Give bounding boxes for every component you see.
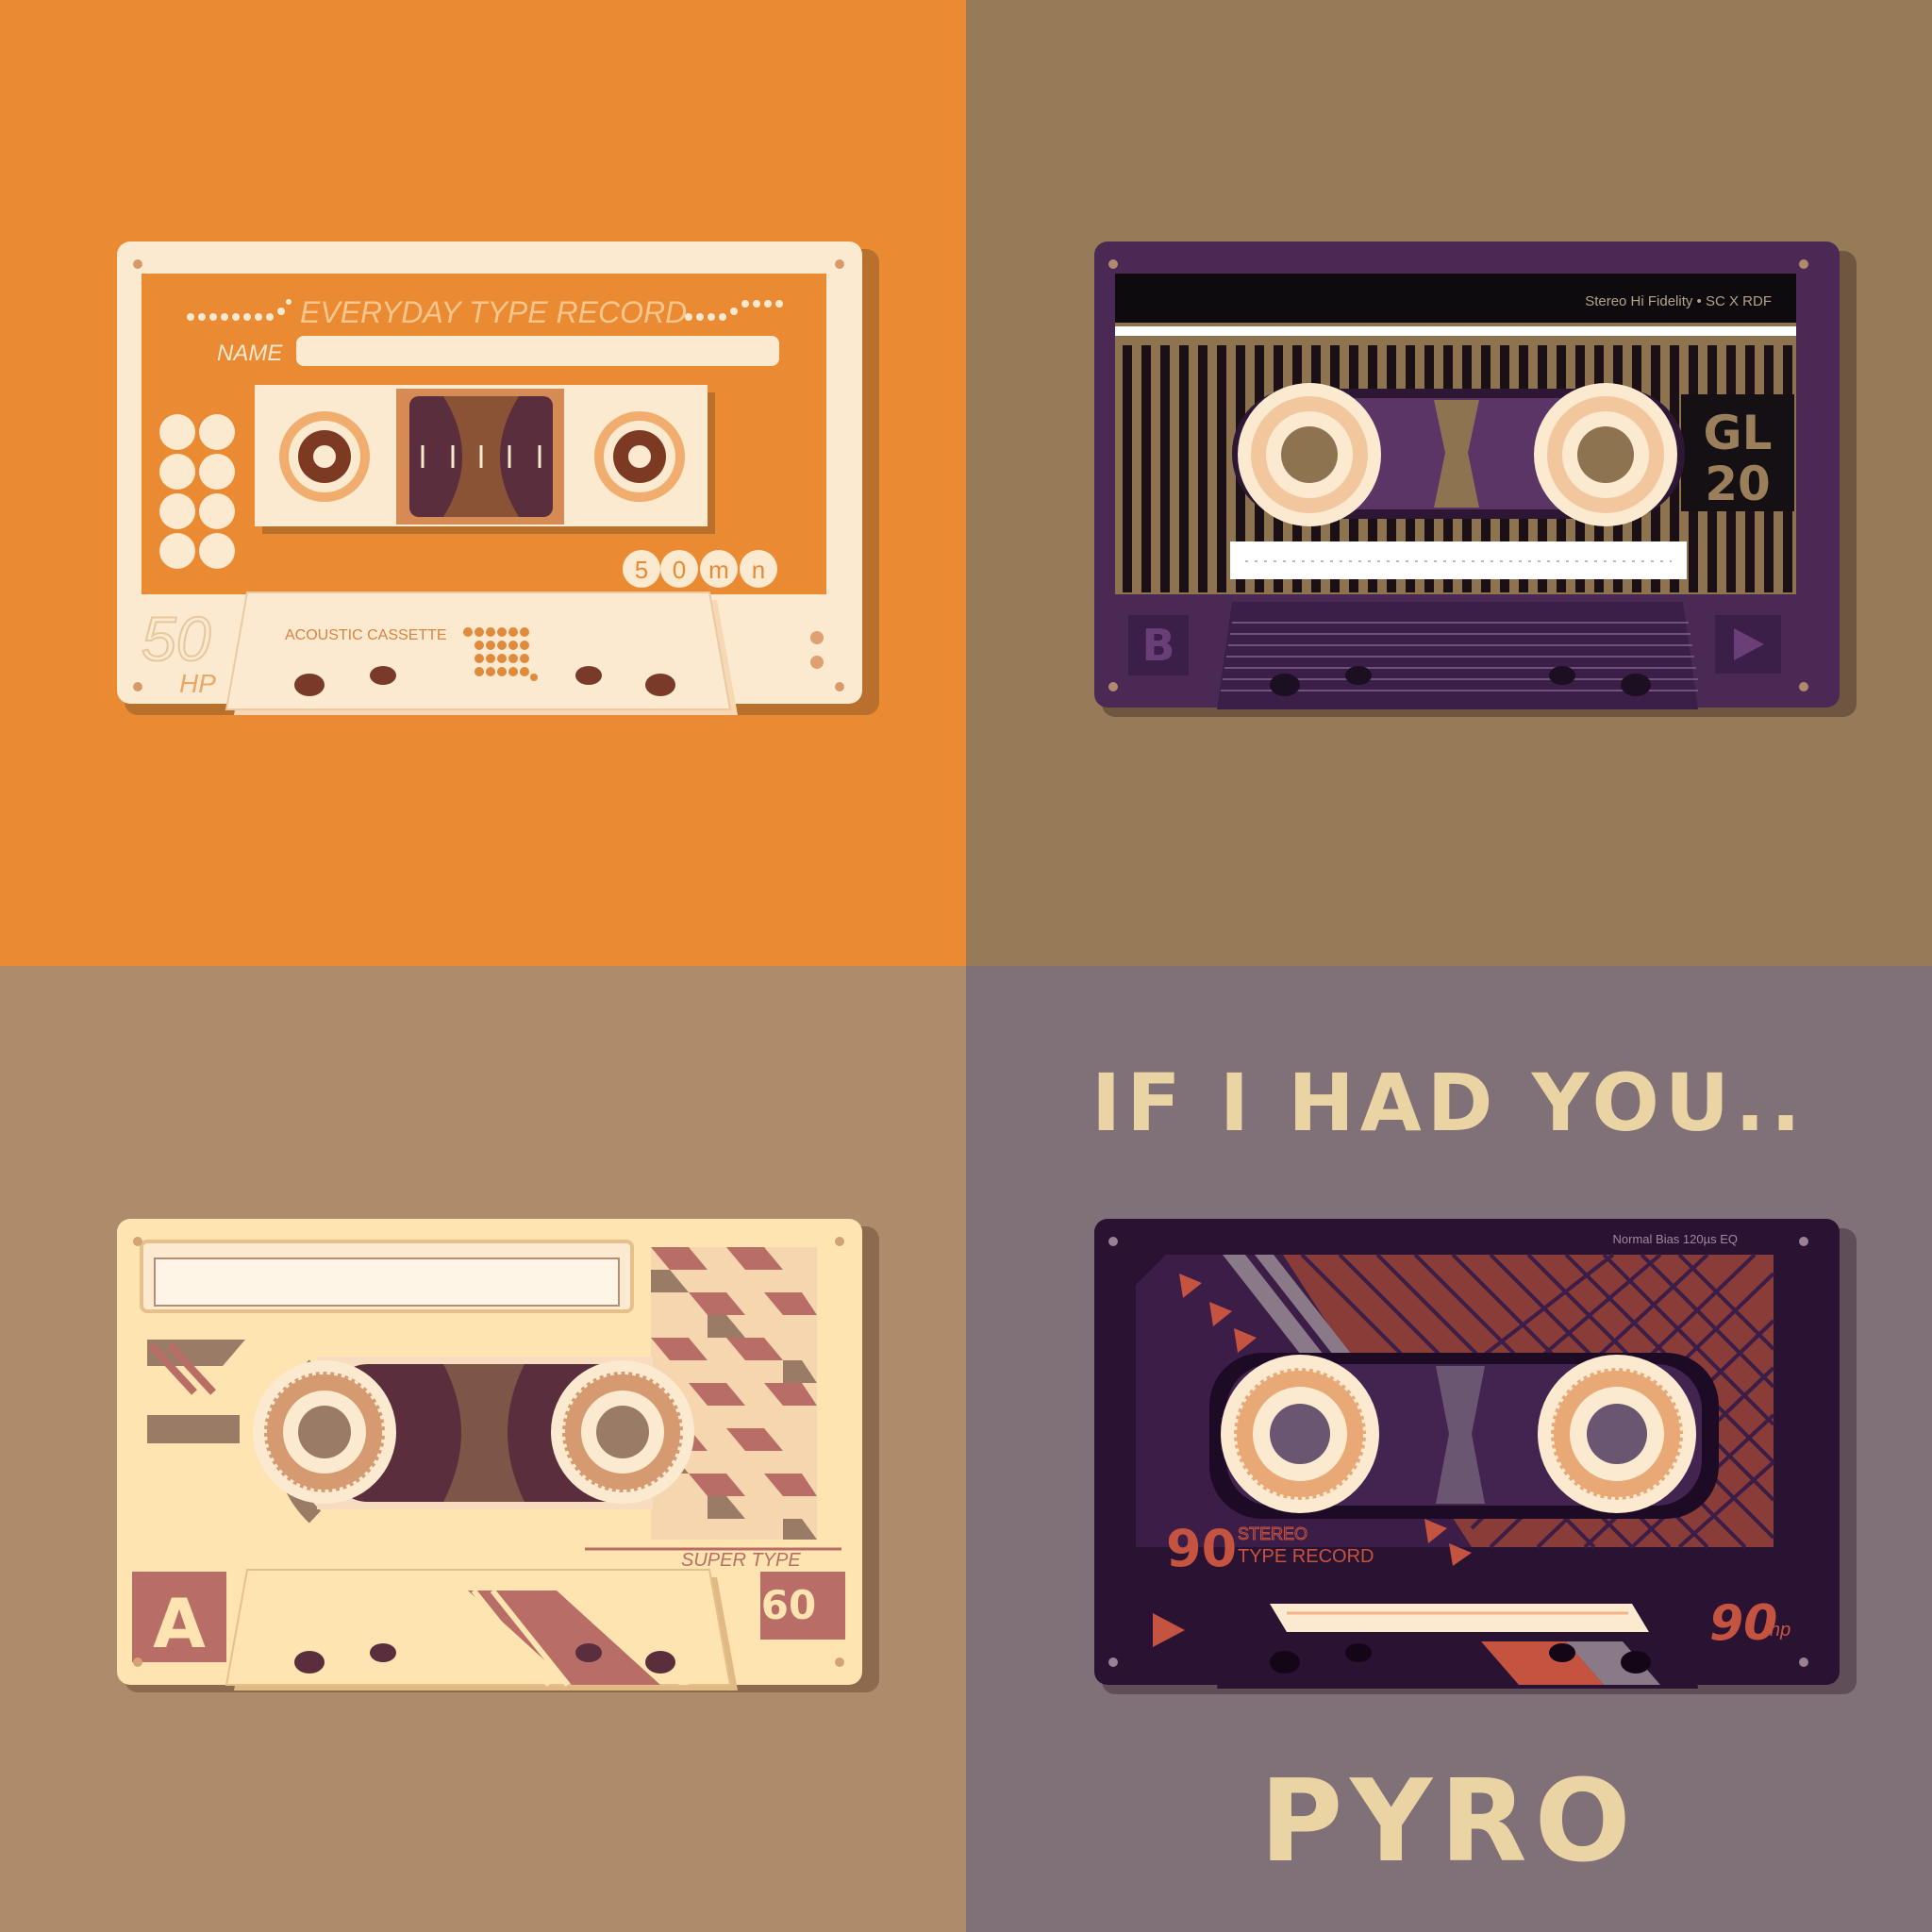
model-top: GL: [1704, 406, 1773, 460]
header-label: Stereo Hi Fidelity • SC X RDF: [1585, 293, 1772, 309]
album-title: IF I HAD YOU..: [1091, 1057, 1807, 1149]
length-number: 50: [142, 604, 211, 674]
name-field: [296, 336, 779, 366]
hp-suffix: hp: [1770, 1620, 1790, 1641]
length-suffix: HP: [179, 669, 216, 698]
cassette-top-right: Stereo Hi Fidelity • SC X RDF GL 20 B: [1094, 242, 1857, 717]
svg-text:n: n: [752, 556, 765, 584]
model-bottom: 20: [1705, 457, 1771, 511]
cassette-top-left: EVERYDAY TYPE RECORD NAME 5 0 m n 50 HP …: [117, 242, 879, 715]
svg-text:5: 5: [635, 556, 648, 584]
cassette-bottom-left: SUPER TYPE A 60: [117, 1219, 879, 1692]
length-number: 90: [1166, 1519, 1237, 1578]
artist-name: PYRO: [1259, 1757, 1639, 1888]
length-label: 60: [761, 1582, 816, 1628]
type-label: SUPER TYPE: [681, 1550, 801, 1571]
side-label: A: [153, 1584, 206, 1663]
name-label: NAME: [217, 341, 283, 366]
svg-text:0: 0: [673, 556, 686, 584]
side-label: B: [1141, 620, 1174, 671]
cassette-artwork: EVERYDAY TYPE RECORD NAME 5 0 m n 50 HP …: [117, 242, 1857, 1694]
stereo-label: STEREO: [1238, 1524, 1307, 1543]
header-label: Normal Bias 120µs EQ: [1613, 1232, 1738, 1246]
subtitle-label: ACOUSTIC CASSETTE: [285, 627, 447, 643]
brand-label: EVERYDAY TYPE RECORD: [300, 295, 687, 329]
hp-number: 90: [1709, 1595, 1777, 1652]
svg-text:m: m: [708, 556, 729, 584]
cassette-bottom-right: Normal Bias 120µs EQ 90 STEREO TYPE RECO…: [1094, 1219, 1857, 1694]
type-label: TYPE RECORD: [1238, 1546, 1374, 1567]
